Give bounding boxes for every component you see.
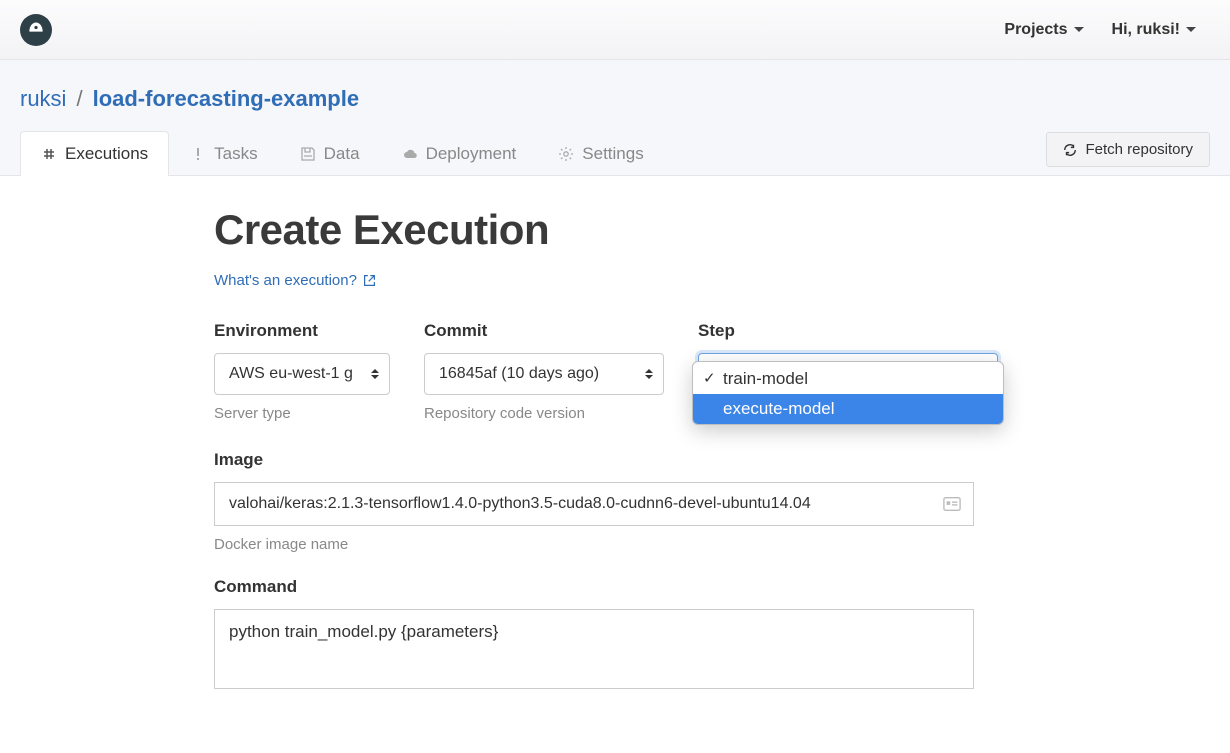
tab-label: Executions	[65, 144, 148, 164]
image-label: Image	[214, 450, 1000, 470]
hash-icon	[41, 146, 57, 162]
environment-caption: Server type	[214, 405, 390, 422]
help-link-execution[interactable]: What's an execution?	[214, 272, 376, 289]
tab-executions[interactable]: Executions	[20, 131, 169, 176]
breadcrumb-separator: /	[76, 86, 82, 112]
shark-fin-icon	[26, 20, 46, 40]
step-dropdown: train-model execute-model	[692, 361, 1004, 425]
image-value: valohai/keras:2.1.3-tensorflow1.4.0-pyth…	[229, 495, 811, 513]
breadcrumb: ruksi / load-forecasting-example	[0, 86, 1230, 130]
user-greeting: Hi, ruksi!	[1112, 21, 1180, 39]
projects-label: Projects	[1004, 21, 1067, 39]
environment-label: Environment	[214, 321, 390, 341]
breadcrumb-project[interactable]: load-forecasting-example	[93, 86, 360, 112]
commit-select[interactable]: 16845af (10 days ago)	[424, 353, 664, 395]
tab-deployment[interactable]: Deployment	[381, 131, 538, 176]
tab-label: Deployment	[426, 144, 517, 164]
exclamation-icon	[190, 146, 206, 162]
caret-down-icon	[1074, 27, 1084, 32]
logo	[20, 14, 52, 46]
tab-label: Data	[324, 144, 360, 164]
caret-down-icon	[1186, 27, 1196, 32]
tab-label: Tasks	[214, 144, 257, 164]
save-icon	[300, 146, 316, 162]
user-dropdown[interactable]: Hi, ruksi!	[1098, 13, 1210, 47]
gear-icon	[558, 146, 574, 162]
external-link-icon	[363, 274, 376, 287]
page-title: Create Execution	[214, 206, 1000, 254]
tab-label: Settings	[582, 144, 643, 164]
step-option-execute-model[interactable]: execute-model	[693, 394, 1003, 424]
help-link-text: What's an execution?	[214, 272, 357, 289]
breadcrumb-owner[interactable]: ruksi	[20, 86, 66, 112]
topbar: Projects Hi, ruksi!	[0, 0, 1230, 60]
field-command: Command python train_model.py {parameter…	[214, 577, 1000, 689]
image-input[interactable]: valohai/keras:2.1.3-tensorflow1.4.0-pyth…	[214, 482, 974, 526]
step-label: Step	[698, 321, 998, 341]
main-content: Create Execution What's an execution? En…	[0, 176, 1000, 753]
field-commit: Commit 16845af (10 days ago) Repository …	[424, 321, 664, 422]
fetch-repository-button[interactable]: Fetch repository	[1046, 132, 1210, 167]
environment-value: AWS eu-west-1 g	[229, 365, 353, 383]
updown-icon	[645, 369, 653, 379]
tab-tasks[interactable]: Tasks	[169, 131, 278, 176]
fetch-repository-label: Fetch repository	[1085, 141, 1193, 158]
step-option-train-model[interactable]: train-model	[693, 362, 1003, 394]
tab-data[interactable]: Data	[279, 131, 381, 176]
card-icon	[943, 496, 961, 512]
command-label: Command	[214, 577, 1000, 597]
commit-caption: Repository code version	[424, 405, 664, 422]
refresh-icon	[1063, 143, 1077, 157]
cloud-icon	[402, 146, 418, 162]
command-value: python train_model.py {parameters}	[229, 622, 498, 641]
environment-select[interactable]: AWS eu-west-1 g	[214, 353, 390, 395]
tab-settings[interactable]: Settings	[537, 131, 664, 176]
commit-label: Commit	[424, 321, 664, 341]
command-textarea[interactable]: python train_model.py {parameters}	[214, 609, 974, 689]
field-image: Image valohai/keras:2.1.3-tensorflow1.4.…	[214, 450, 1000, 553]
commit-value: 16845af (10 days ago)	[439, 365, 599, 383]
image-caption: Docker image name	[214, 536, 1000, 553]
field-environment: Environment AWS eu-west-1 g Server type	[214, 321, 390, 422]
subheader: ruksi / load-forecasting-example Executi…	[0, 60, 1230, 176]
tabbar: Executions Tasks Data Deployment Setting…	[0, 130, 1230, 175]
field-step: Step train-model execute-model Execution…	[698, 321, 998, 422]
projects-dropdown[interactable]: Projects	[990, 13, 1097, 47]
updown-icon	[371, 369, 379, 379]
